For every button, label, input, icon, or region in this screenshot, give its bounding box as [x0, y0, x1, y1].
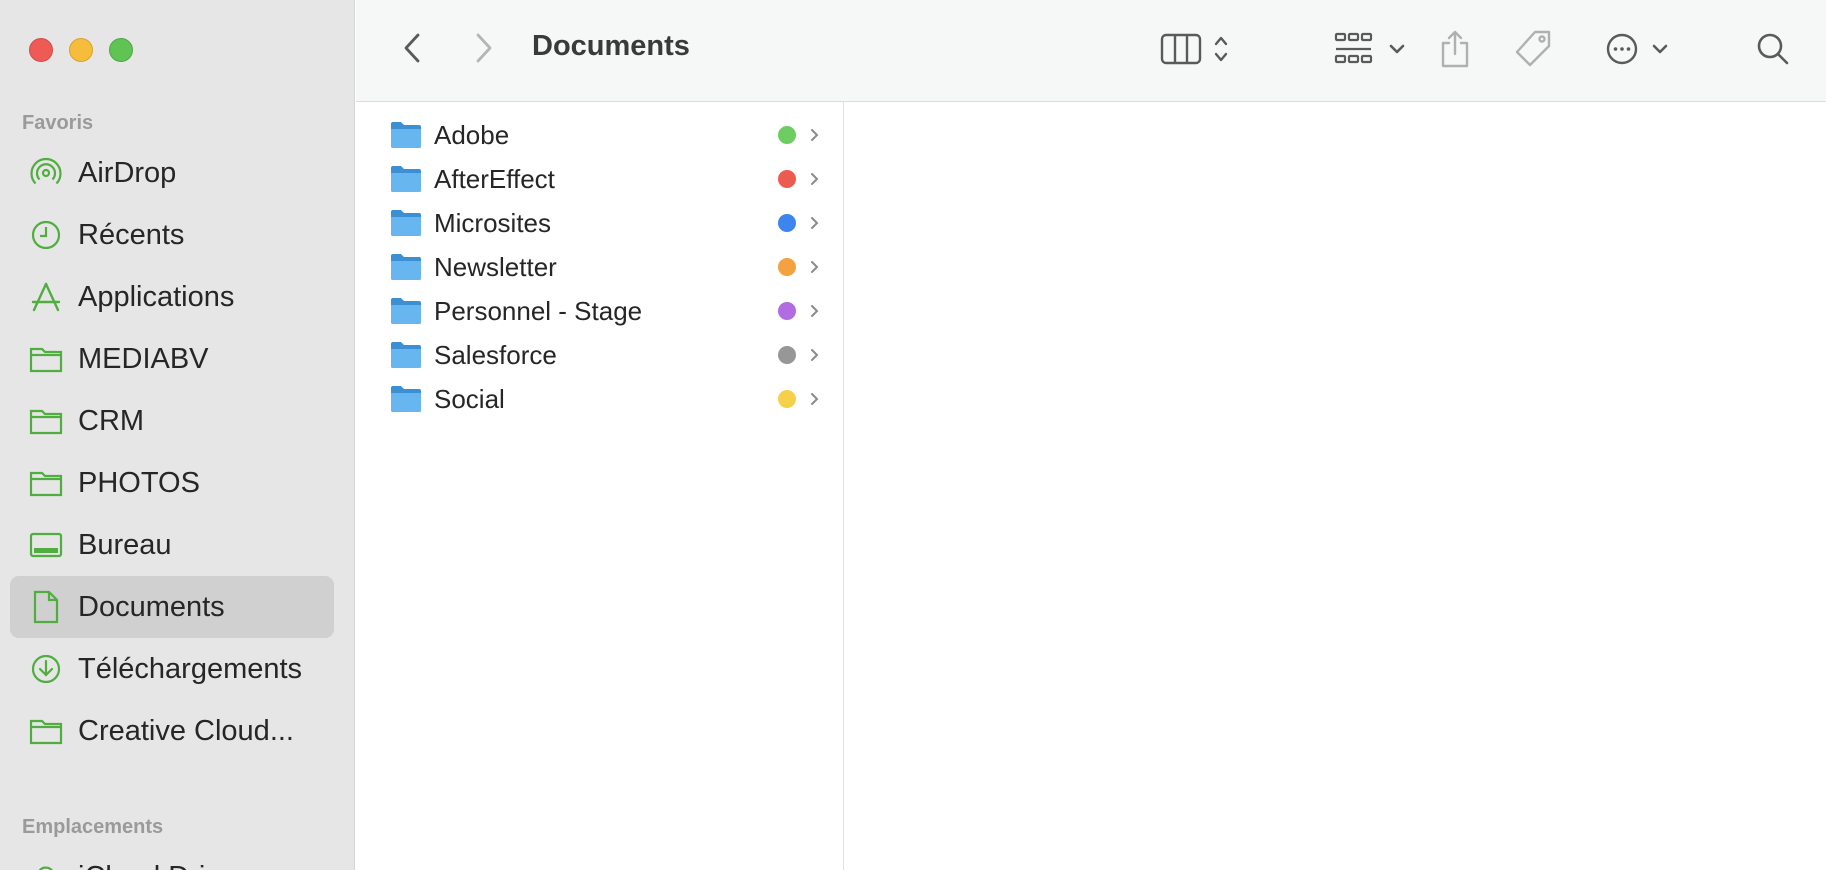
file-column: Adobe AfterEffect Microsites Newsletter: [356, 102, 844, 870]
tag-icon: [1515, 30, 1551, 67]
sidebar-item-label: AirDrop: [78, 156, 177, 189]
folder-icon: [391, 254, 421, 280]
folder-icon: [28, 341, 64, 377]
color-tag: [778, 302, 796, 320]
file-name: Microsites: [434, 207, 552, 238]
folder-icon: [28, 465, 64, 501]
sidebar-item-recents[interactable]: Récents: [10, 204, 334, 266]
sidebar-item-mediabv[interactable]: MEDIABV: [10, 328, 334, 390]
chevron-right-icon: [811, 393, 819, 405]
folder-icon: [391, 386, 421, 412]
chevron-down-icon: [1389, 44, 1405, 54]
file-row-social[interactable]: Social: [386, 379, 826, 419]
file-row-aftereffect[interactable]: AfterEffect: [386, 159, 826, 199]
back-button[interactable]: [392, 28, 432, 68]
file-row-personnel-stage[interactable]: Personnel - Stage: [386, 291, 826, 331]
chevron-down-icon: [1652, 44, 1668, 54]
file-name: AfterEffect: [434, 163, 555, 194]
search-button[interactable]: [1750, 26, 1796, 72]
chevron-right-icon: [811, 129, 819, 141]
search-icon: [1757, 33, 1789, 65]
airdrop-icon: [28, 155, 64, 191]
color-tag: [778, 214, 796, 232]
applications-icon: [28, 279, 64, 315]
folder-icon: [391, 166, 421, 192]
file-row-salesforce[interactable]: Salesforce: [386, 335, 826, 375]
chevron-right-icon: [811, 261, 819, 273]
forward-button[interactable]: [464, 28, 504, 68]
sidebar-item-creative-cloud[interactable]: Creative Cloud...: [10, 700, 334, 762]
file-name: Personnel - Stage: [434, 295, 643, 326]
clock-icon: [28, 217, 64, 253]
folder-icon: [391, 122, 421, 148]
more-actions-button[interactable]: [1592, 26, 1682, 72]
file-row-adobe[interactable]: Adobe: [386, 115, 826, 155]
sidebar-section-favorites: Favoris: [22, 112, 94, 134]
chevron-right-icon: [811, 305, 819, 317]
sidebar-section-locations: Emplacements: [22, 816, 164, 838]
download-icon: [28, 651, 64, 687]
columns-view-icon: [1160, 33, 1202, 65]
sidebar-item-bureau[interactable]: Bureau: [10, 514, 334, 576]
folder-icon: [391, 298, 421, 324]
chevron-right-icon: [811, 217, 819, 229]
chevron-right-icon: [811, 349, 819, 361]
sidebar-item-label: Bureau: [78, 528, 172, 561]
share-button[interactable]: [1432, 24, 1478, 74]
color-tag: [778, 126, 796, 144]
folder-icon: [391, 342, 421, 368]
sidebar-item-label: Récents: [78, 218, 185, 251]
sidebar-item-documents[interactable]: Documents: [10, 576, 334, 638]
file-row-microsites[interactable]: Microsites: [386, 203, 826, 243]
toolbar: Documents: [356, 0, 1826, 102]
sidebar-item-airdrop[interactable]: AirDrop: [10, 142, 334, 204]
folder-icon: [28, 713, 64, 749]
sidebar: Favoris AirDrop Récents Applications MED…: [0, 0, 355, 870]
chevron-right-icon: [811, 173, 819, 185]
sidebar-item-label: Documents: [78, 590, 225, 623]
tags-button[interactable]: [1508, 24, 1558, 74]
maximize-window-button[interactable]: [109, 38, 133, 62]
chevron-updown-icon: [1214, 36, 1228, 62]
chevron-right-icon: [476, 33, 492, 63]
sidebar-item-label: Téléchargements: [78, 652, 303, 685]
window-controls: [29, 38, 133, 62]
preview-column: [845, 102, 1826, 870]
sidebar-item-label: iCloud Drive: [78, 861, 236, 870]
sidebar-item-crm[interactable]: CRM: [10, 390, 334, 452]
document-icon: [28, 589, 64, 625]
sidebar-item-applications[interactable]: Applications: [10, 266, 334, 328]
minimize-window-button[interactable]: [69, 38, 93, 62]
file-name: Adobe: [434, 119, 510, 150]
file-name: Newsletter: [434, 251, 557, 282]
desktop-icon: [28, 527, 64, 563]
folder-icon: [391, 210, 421, 236]
color-tag: [778, 346, 796, 364]
sidebar-item-label: MEDIABV: [78, 342, 209, 375]
sidebar-item-label: Applications: [78, 280, 235, 313]
sidebar-item-icloud-drive[interactable]: iCloud Drive: [10, 846, 334, 870]
sidebar-item-photos[interactable]: PHOTOS: [10, 452, 334, 514]
color-tag: [778, 170, 796, 188]
sidebar-item-label: CRM: [78, 404, 145, 437]
folder-icon: [28, 403, 64, 439]
file-row-newsletter[interactable]: Newsletter: [386, 247, 826, 287]
sidebar-item-telechargements[interactable]: Téléchargements: [10, 638, 334, 700]
view-mode-button[interactable]: [1150, 26, 1240, 72]
chevron-left-icon: [404, 33, 420, 63]
window-title: Documents: [532, 30, 690, 62]
cloud-icon: [28, 859, 64, 870]
grid-icon: [1334, 32, 1373, 64]
share-icon: [1441, 30, 1469, 68]
file-name: Social: [434, 383, 505, 414]
file-name: Salesforce: [434, 339, 557, 370]
ellipsis-circle-icon: [1606, 33, 1638, 65]
sidebar-item-label: PHOTOS: [78, 466, 200, 499]
color-tag: [778, 258, 796, 276]
color-tag: [778, 390, 796, 408]
sidebar-item-label: Creative Cloud...: [78, 714, 294, 747]
group-button[interactable]: [1320, 26, 1420, 72]
close-window-button[interactable]: [29, 38, 53, 62]
